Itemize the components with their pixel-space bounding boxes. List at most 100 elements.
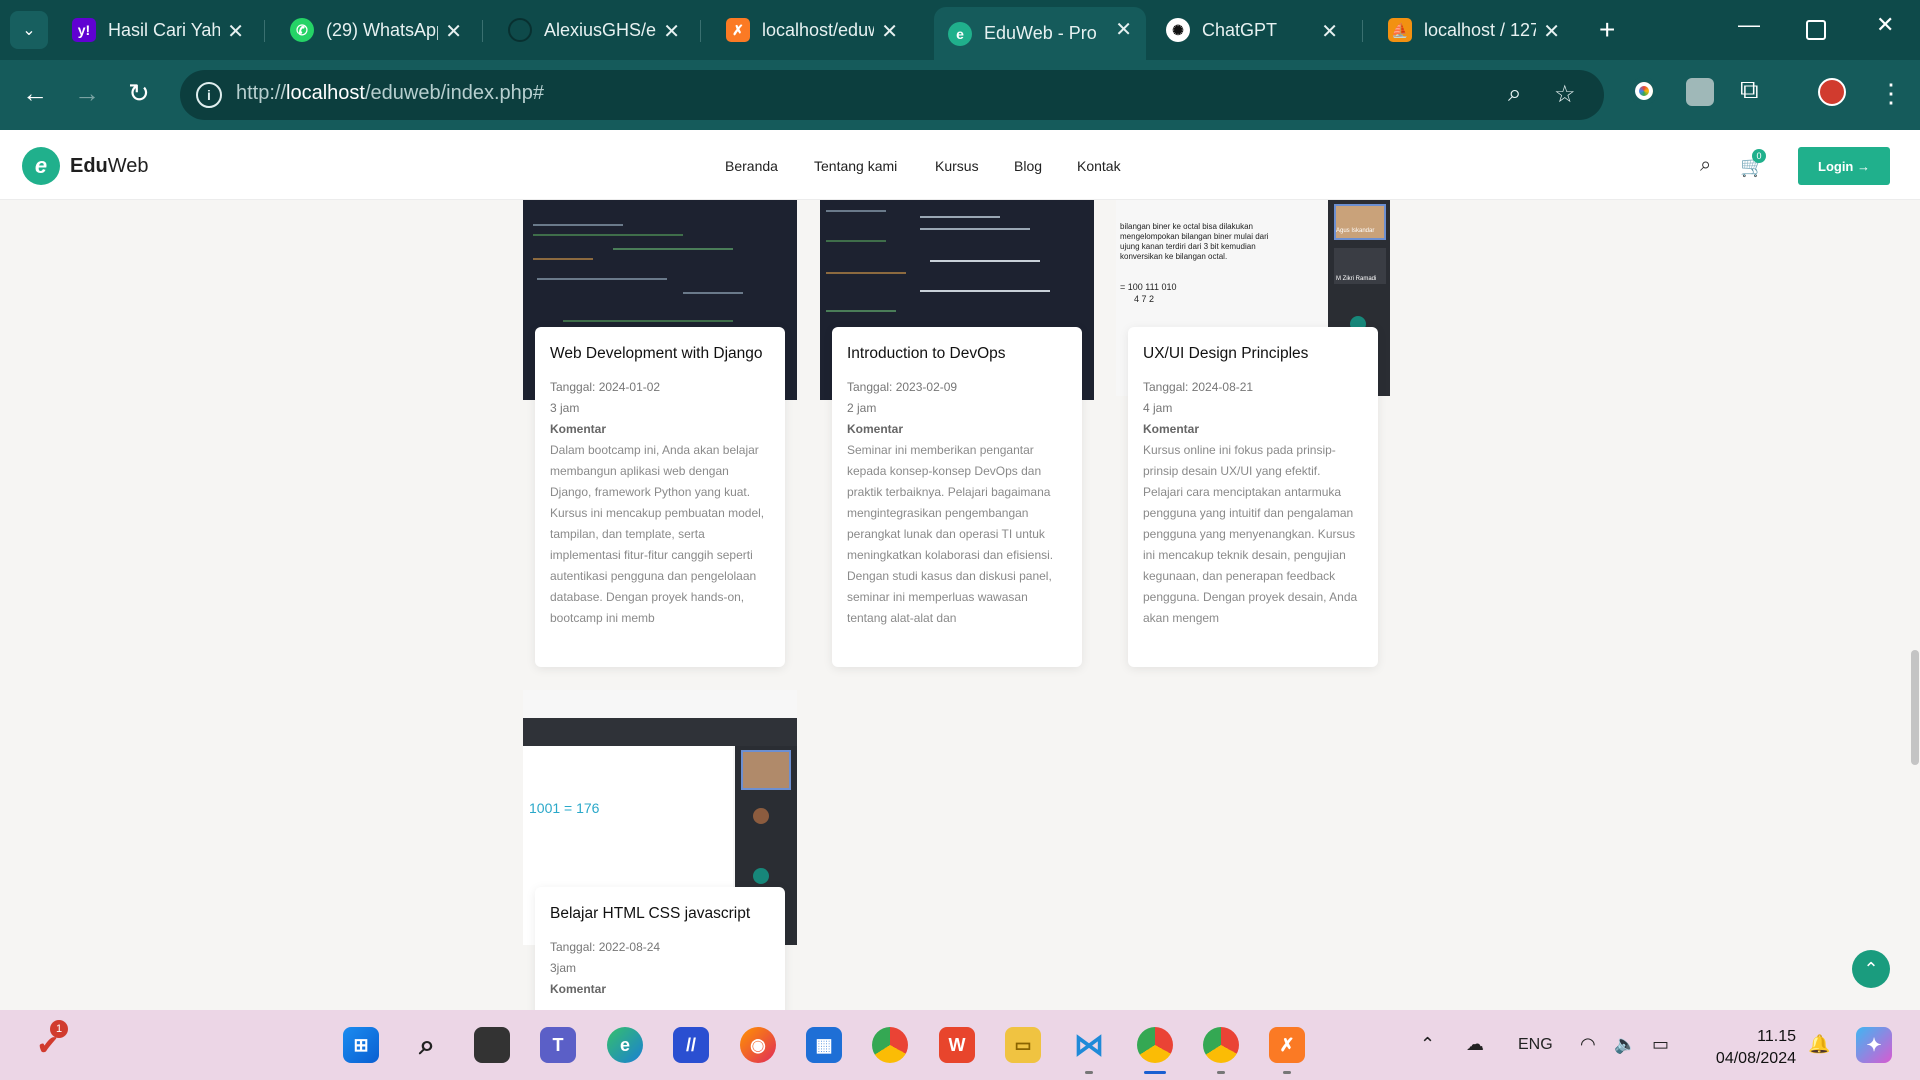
language-indicator[interactable]: ENG <box>1518 1036 1553 1054</box>
wps-office-icon[interactable]: W <box>939 1027 975 1063</box>
tool-app-icon[interactable]: // <box>673 1027 709 1063</box>
tab-search-chevron-icon[interactable]: ⌄ <box>10 11 48 49</box>
site-info-icon[interactable]: i <box>196 82 222 108</box>
volume-icon[interactable]: 🔈 <box>1614 1034 1636 1055</box>
profile-avatar[interactable] <box>1818 78 1846 106</box>
vscode-icon[interactable]: ⋈ <box>1071 1027 1107 1063</box>
chrome-profile-icon[interactable] <box>1137 1027 1173 1063</box>
tab-divider <box>482 20 483 42</box>
github-icon <box>508 18 532 42</box>
page-scrollbar[interactable] <box>1911 650 1919 765</box>
course-date: Tanggal: 2022-08-24 <box>550 940 661 954</box>
site-logo[interactable]: e EduWeb <box>22 147 149 185</box>
camera-extension-icon[interactable] <box>1686 78 1714 106</box>
course-duration: 4 jam <box>1143 401 1173 415</box>
close-tab-icon[interactable]: ✕ <box>1321 19 1338 44</box>
course-title[interactable]: Belajar HTML CSS javascript <box>550 905 770 923</box>
onedrive-icon[interactable]: ☁ <box>1466 1034 1484 1055</box>
tab-divider <box>1362 20 1363 42</box>
course-card[interactable]: Web Development with Django Tanggal: 202… <box>535 327 785 667</box>
copilot-icon[interactable]: ✦ <box>1856 1027 1892 1063</box>
browser-toolbar: ← → ↻ i http://localhost/eduweb/index.ph… <box>0 60 1920 130</box>
whatsapp-icon: ✆ <box>290 18 314 42</box>
nav-tentang-kami[interactable]: Tentang kami <box>814 158 897 174</box>
course-title[interactable]: Web Development with Django <box>550 345 770 363</box>
close-tab-icon[interactable]: ✕ <box>663 19 680 44</box>
nav-beranda[interactable]: Beranda <box>725 158 778 174</box>
participant-avatar <box>753 808 769 824</box>
running-indicator <box>1217 1071 1225 1074</box>
nav-blog[interactable]: Blog <box>1014 158 1042 174</box>
chrome-second-profile-icon[interactable] <box>1203 1027 1239 1063</box>
zoom-icon[interactable]: ⌕ <box>1508 80 1521 108</box>
running-indicator <box>1085 1071 1093 1074</box>
taskbar-search-icon[interactable]: ⌕ <box>409 1027 445 1063</box>
comment-label: Komentar <box>550 982 607 996</box>
battery-icon[interactable]: ▭ <box>1652 1034 1669 1055</box>
tab-localhost-eduweb[interactable]: ✗ localhost/eduweb ✕ <box>712 9 912 51</box>
comment-label: Komentar <box>847 422 904 436</box>
comment-label: Komentar <box>550 422 607 436</box>
course-card[interactable]: Belajar HTML CSS javascript Tanggal: 202… <box>535 887 785 1010</box>
system-clock[interactable]: 11.15 04/08/2024 <box>1700 1026 1796 1070</box>
nav-kursus[interactable]: Kursus <box>935 158 979 174</box>
browser-menu-icon[interactable]: ⋮ <box>1878 78 1904 109</box>
close-tab-icon[interactable]: ✕ <box>1543 19 1560 44</box>
url-text[interactable]: http://localhost/eduweb/index.php# <box>236 82 544 105</box>
tab-yahoo[interactable]: y! Hasil Cari Yahoo ✕ <box>58 9 258 51</box>
color-extension-icon[interactable] <box>1630 77 1658 105</box>
windows-start-icon[interactable]: ⊞ <box>343 1027 379 1063</box>
close-tab-icon[interactable]: ✕ <box>227 19 244 44</box>
firefox-icon[interactable]: ◉ <box>740 1027 776 1063</box>
tab-whatsapp[interactable]: ✆ (29) WhatsApp ✕ <box>276 9 476 51</box>
edge-icon[interactable]: e <box>607 1027 643 1063</box>
microsoft-store-icon[interactable]: ▦ <box>806 1027 842 1063</box>
comment-label: Komentar <box>1143 422 1200 436</box>
course-description: Kursus online ini fokus pada prinsip-pri… <box>1143 443 1358 625</box>
participant-video <box>741 750 791 790</box>
course-description: Seminar ini memberikan pengantar kepada … <box>847 443 1054 625</box>
address-bar[interactable]: i http://localhost/eduweb/index.php# ⌕ ☆ <box>180 70 1604 120</box>
course-duration: 2 jam <box>847 401 877 415</box>
minimize-icon[interactable]: — <box>1738 12 1760 38</box>
xampp-taskbar-icon[interactable]: ✗ <box>1269 1027 1305 1063</box>
phpmyadmin-icon: ⛵ <box>1388 18 1412 42</box>
file-explorer-icon[interactable]: ▭ <box>1005 1027 1041 1063</box>
back-arrow-icon[interactable]: ← <box>22 78 48 109</box>
notifications-bell-icon[interactable]: 🔔 <box>1808 1034 1830 1055</box>
restore-icon[interactable] <box>1806 20 1826 40</box>
forward-arrow-icon[interactable]: → <box>74 78 100 109</box>
search-icon[interactable]: ⌕ <box>1700 154 1711 177</box>
close-window-icon[interactable]: ✕ <box>1876 12 1894 38</box>
bookmark-star-icon[interactable]: ☆ <box>1554 80 1576 109</box>
clock-date: 04/08/2024 <box>1715 1050 1796 1067</box>
login-button[interactable]: Login → <box>1798 147 1890 185</box>
tray-chevron-icon[interactable]: ⌃ <box>1420 1034 1435 1055</box>
participant-video <box>1334 204 1386 240</box>
back-to-top-button[interactable]: ⌃ <box>1852 950 1890 988</box>
tab-eduweb-profile[interactable]: e EduWeb - Profile ✕ <box>934 7 1146 60</box>
running-indicator <box>1283 1071 1291 1074</box>
cart-count-badge: 0 <box>1752 149 1766 163</box>
course-card[interactable]: Introduction to DevOps Tanggal: 2023-02-… <box>832 327 1082 667</box>
course-card[interactable]: UX/UI Design Principles Tanggal: 2024-08… <box>1128 327 1378 667</box>
close-tab-icon[interactable]: ✕ <box>445 19 462 44</box>
reload-icon[interactable]: ↻ <box>128 78 150 109</box>
extensions-puzzle-icon[interactable]: ⧉ <box>1740 74 1759 106</box>
tab-chatgpt[interactable]: ✺ ChatGPT ✕ <box>1152 9 1352 51</box>
eduweb-logo-icon: e <box>22 147 60 185</box>
course-duration: 3 jam <box>550 401 580 415</box>
active-indicator <box>1144 1071 1166 1074</box>
close-tab-icon[interactable]: ✕ <box>1115 17 1132 42</box>
wifi-icon[interactable]: ◠ <box>1580 1034 1596 1055</box>
tab-github[interactable]: AlexiusGHS/edu ✕ <box>494 9 694 51</box>
course-title[interactable]: UX/UI Design Principles <box>1143 345 1363 363</box>
tab-phpmyadmin[interactable]: ⛵ localhost / 127 ✕ <box>1374 9 1574 51</box>
close-tab-icon[interactable]: ✕ <box>881 19 898 44</box>
teams-icon[interactable]: T <box>540 1027 576 1063</box>
chrome-icon[interactable] <box>872 1027 908 1063</box>
task-view-icon[interactable] <box>474 1027 510 1063</box>
nav-kontak[interactable]: Kontak <box>1077 158 1121 174</box>
new-tab-plus-icon[interactable]: + <box>1599 14 1615 46</box>
course-title[interactable]: Introduction to DevOps <box>847 345 1067 363</box>
